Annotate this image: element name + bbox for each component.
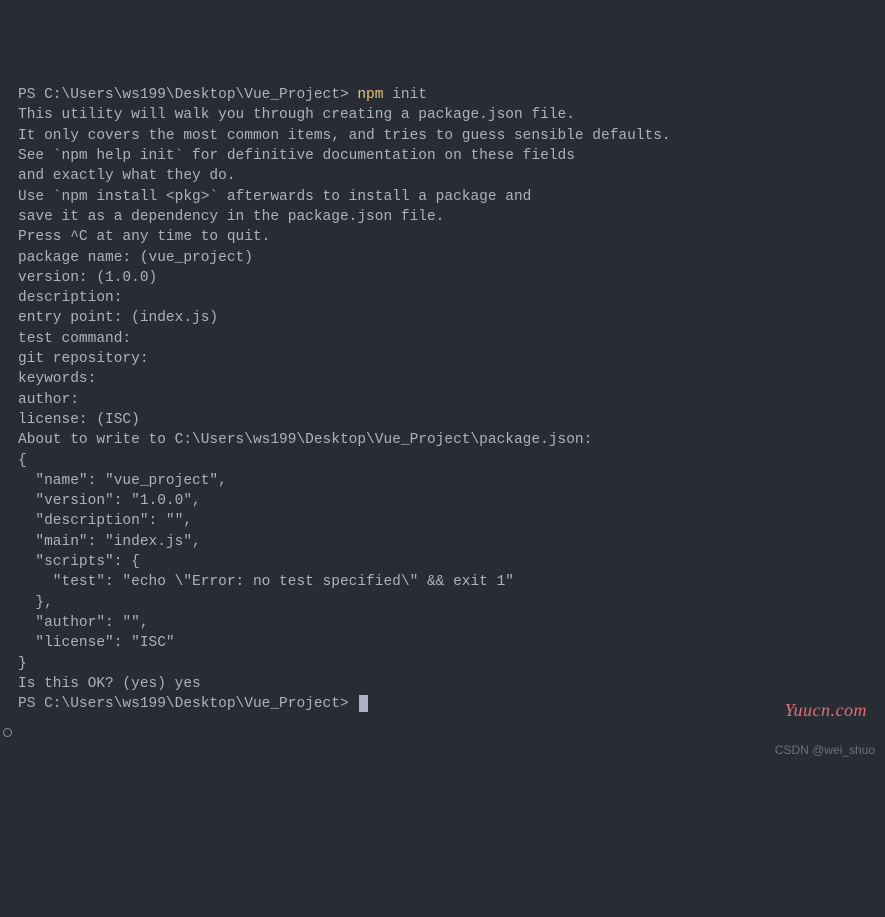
json-line: },	[18, 593, 885, 613]
json-line: }	[18, 654, 885, 674]
prompt-test-command: test command:	[18, 329, 885, 349]
prompt-entry-point: entry point: (index.js)	[18, 308, 885, 328]
json-line: "scripts": {	[18, 552, 885, 572]
output-line: It only covers the most common items, an…	[18, 126, 885, 146]
output-line: Press ^C at any time to quit.	[18, 227, 885, 247]
watermark-csdn: CSDN @wei_shuo	[775, 742, 875, 759]
json-line: "name": "vue_project",	[18, 471, 885, 491]
output-about-write: About to write to C:\Users\ws199\Desktop…	[18, 430, 885, 450]
command-npm: npm	[357, 87, 383, 103]
gutter-marker-icon	[3, 728, 12, 737]
command-arg: init	[383, 87, 427, 103]
shell-prompt: PS C:\Users\ws199\Desktop\Vue_Project>	[18, 87, 357, 103]
json-line: "author": "",	[18, 613, 885, 633]
json-line: "test": "echo \"Error: no test specified…	[18, 572, 885, 592]
json-line: "main": "index.js",	[18, 532, 885, 552]
json-line: "description": "",	[18, 511, 885, 531]
output-line: Use `npm install <pkg>` afterwards to in…	[18, 187, 885, 207]
output-line: See `npm help init` for definitive docum…	[18, 146, 885, 166]
cursor-icon	[359, 695, 368, 712]
shell-prompt: PS C:\Users\ws199\Desktop\Vue_Project>	[18, 696, 357, 712]
prompt-version: version: (1.0.0)	[18, 268, 885, 288]
prompt-is-ok: Is this OK? (yes) yes	[18, 674, 885, 694]
json-line: "license": "ISC"	[18, 633, 885, 653]
prompt-git-repository: git repository:	[18, 349, 885, 369]
json-line: "version": "1.0.0",	[18, 491, 885, 511]
terminal-output[interactable]: PS C:\Users\ws199\Desktop\Vue_Project> n…	[18, 85, 885, 714]
prompt-author: author:	[18, 390, 885, 410]
watermark-yuucn: Yuucn.com	[785, 698, 867, 723]
output-line: and exactly what they do.	[18, 166, 885, 186]
output-line: save it as a dependency in the package.j…	[18, 207, 885, 227]
prompt-keywords: keywords:	[18, 369, 885, 389]
prompt-license: license: (ISC)	[18, 410, 885, 430]
prompt-description: description:	[18, 288, 885, 308]
json-line: {	[18, 451, 885, 471]
prompt-package-name: package name: (vue_project)	[18, 248, 885, 268]
output-line: This utility will walk you through creat…	[18, 105, 885, 125]
